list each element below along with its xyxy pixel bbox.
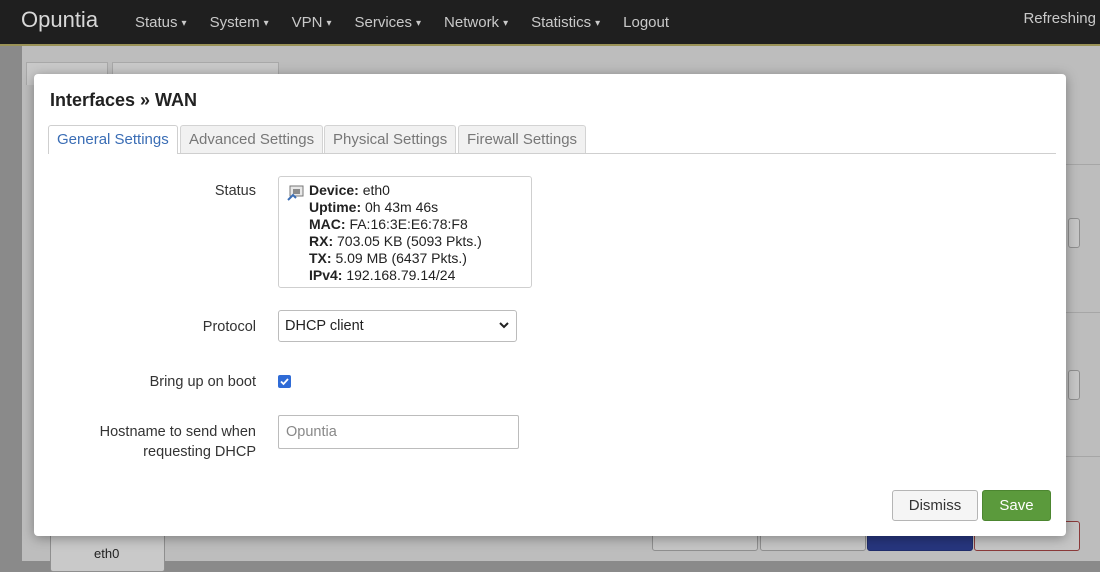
menu-services-label: Services <box>354 13 413 31</box>
status-ipv4-value: 192.168.79.14/24 <box>346 267 456 283</box>
ethernet-port-icon <box>287 185 304 201</box>
status-uptime-key: Uptime: <box>309 199 362 215</box>
bg-device-label: eth0 <box>94 546 120 561</box>
status-tx-line: TX: 5.09 MB (6437 Pkts.) <box>309 250 482 267</box>
chevron-down-icon <box>499 322 509 329</box>
menu-vpn-label: VPN <box>291 13 323 31</box>
status-tx-key: TX: <box>309 250 332 266</box>
protocol-label: Protocol <box>202 319 256 335</box>
hostname-input[interactable]: Opuntia <box>278 415 519 449</box>
tab-general-settings[interactable]: General Settings <box>48 125 178 154</box>
menu-statistics[interactable]: Statistics ▾ <box>531 14 600 31</box>
caret-down-icon: ▾ <box>181 17 187 29</box>
boot-label: Bring up on boot <box>149 374 256 390</box>
caret-down-icon: ▾ <box>595 17 601 29</box>
caret-down-icon: ▾ <box>416 17 422 29</box>
menu-status-label: Status <box>135 13 178 31</box>
main-menu: Status ▾ System ▾ VPN ▾ Services ▾ Network ▾ … <box>135 0 692 44</box>
auto-refresh-indicator[interactable]: Refreshing <box>1023 10 1096 27</box>
status-mac-key: MAC: <box>309 216 346 232</box>
bg-row-button <box>1068 370 1080 400</box>
status-uptime-line: Uptime: 0h 43m 46s <box>309 199 482 216</box>
caret-down-icon: ▾ <box>263 17 269 29</box>
menu-logout[interactable]: Logout <box>623 14 669 31</box>
status-mac-line: MAC: FA:16:3E:E6:78:F8 <box>309 216 482 233</box>
save-button[interactable]: Save <box>982 490 1051 521</box>
bg-row-button <box>1068 218 1080 248</box>
status-device-key: Device: <box>309 182 359 198</box>
caret-down-icon: ▾ <box>326 17 332 29</box>
caret-down-icon: ▾ <box>503 17 509 29</box>
modal-title: Interfaces » WAN <box>50 90 198 110</box>
edit-interface-modal: Interfaces » WAN General Settings Advanc… <box>34 74 1066 536</box>
protocol-select[interactable]: DHCP client <box>278 310 517 342</box>
status-mac-value: FA:16:3E:E6:78:F8 <box>349 216 468 232</box>
hostname-label: Hostname to send when requesting DHCP <box>99 424 256 460</box>
status-rx-value: 703.05 KB (5093 Pkts.) <box>337 233 482 249</box>
menu-services[interactable]: Services ▾ <box>354 14 421 31</box>
dismiss-button[interactable]: Dismiss <box>892 490 978 521</box>
checkmark-icon <box>280 378 289 386</box>
menu-logout-label: Logout <box>623 13 670 31</box>
status-label: Status <box>214 183 256 199</box>
status-rx-key: RX: <box>309 233 334 249</box>
menu-statistics-label: Statistics <box>531 13 592 31</box>
modal-tab-bar: General Settings Advanced Settings Physi… <box>48 125 1056 154</box>
status-uptime-value: 0h 43m 46s <box>365 199 439 215</box>
protocol-selected-value: DHCP client <box>285 318 364 334</box>
tab-advanced-settings[interactable]: Advanced Settings <box>180 125 324 153</box>
status-ipv4-key: IPv4: <box>309 267 343 283</box>
status-rx-line: RX: 703.05 KB (5093 Pkts.) <box>309 233 482 250</box>
status-ipv4-line: IPv4: 192.168.79.14/24 <box>309 267 482 284</box>
status-device-line: Device: eth0 <box>309 182 482 199</box>
status-tx-value: 5.09 MB (6437 Pkts.) <box>335 250 467 266</box>
menu-system[interactable]: System ▾ <box>210 14 269 31</box>
status-box: Device: eth0 Uptime: 0h 43m 46s MAC: FA:… <box>278 176 532 288</box>
status-details: Device: eth0 Uptime: 0h 43m 46s MAC: FA:… <box>309 182 482 284</box>
status-device-value: eth0 <box>362 182 390 198</box>
menu-vpn[interactable]: VPN ▾ <box>292 14 332 31</box>
top-navbar: Opuntia Status ▾ System ▾ VPN ▾ Services ▾ N… <box>0 0 1100 44</box>
menu-system-label: System <box>209 13 260 31</box>
bring-up-on-boot-checkbox[interactable] <box>278 375 291 388</box>
tab-physical-settings[interactable]: Physical Settings <box>324 125 457 153</box>
brand-logo-text[interactable]: Opuntia <box>21 7 98 33</box>
menu-status[interactable]: Status ▾ <box>135 14 187 31</box>
menu-network-label: Network <box>444 13 500 31</box>
tab-firewall-settings[interactable]: Firewall Settings <box>458 125 587 153</box>
menu-network[interactable]: Network ▾ <box>444 14 508 31</box>
